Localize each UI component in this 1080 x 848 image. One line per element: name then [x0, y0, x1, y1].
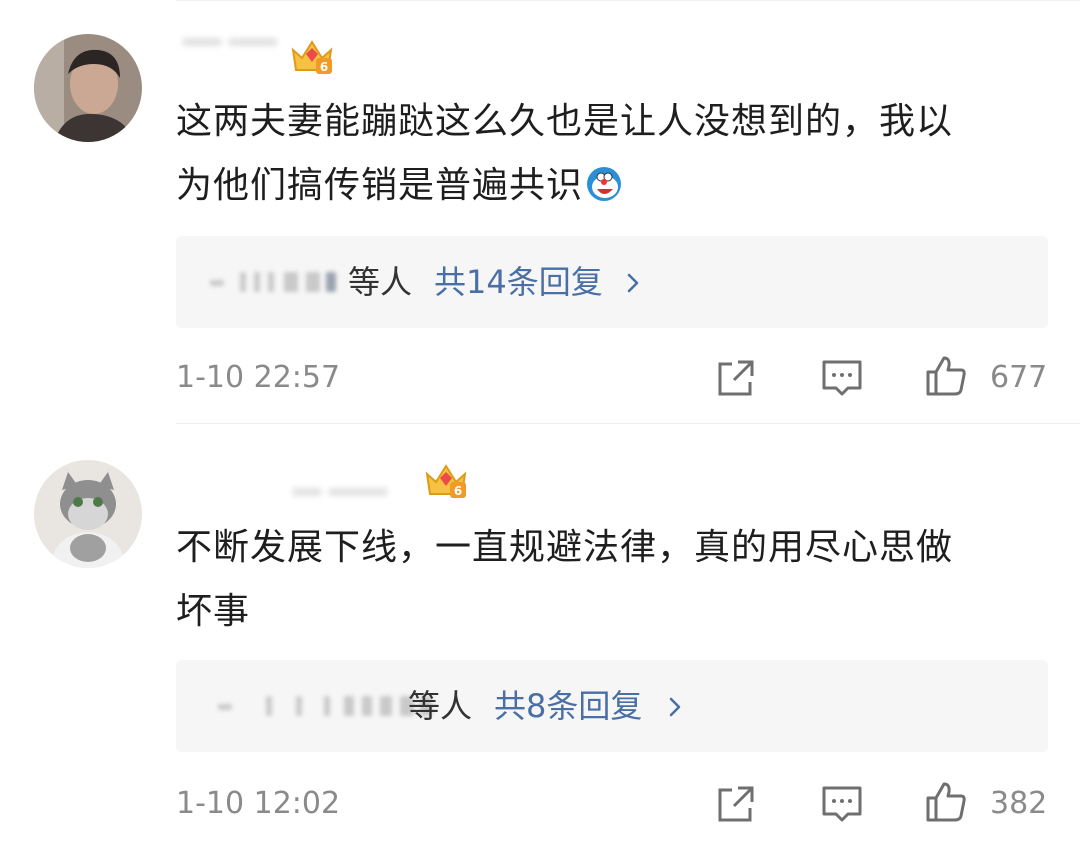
like-icon[interactable]	[924, 780, 968, 824]
share-icon[interactable]	[714, 782, 758, 826]
username-blurred[interactable]	[176, 26, 286, 56]
like-count: 677	[990, 360, 1048, 395]
comment-icon[interactable]	[820, 782, 864, 826]
reply-preview[interactable]: 等人 共8条回复	[176, 660, 1048, 752]
reply-count-link[interactable]: 共14条回复	[434, 262, 603, 302]
like-count: 382	[990, 786, 1048, 821]
comment-text: 这两夫妻能蹦跶这么久也是让人没想到的，我以 为他们搞传销是普遍共识	[176, 90, 1046, 218]
comment-text: 不断发展下线，一直规避法律，真的用尽心思做 坏事	[176, 516, 1046, 644]
crown-badge-icon: 6	[424, 460, 468, 500]
svg-text:6: 6	[320, 60, 328, 74]
username-blurred[interactable]	[292, 476, 402, 506]
reply-preview[interactable]: 等人 共14条回复	[176, 236, 1048, 328]
comment-text-line: 这两夫妻能蹦跶这么久也是让人没想到的，我以	[176, 101, 954, 142]
comment-text-line-2: 为他们搞传销是普遍共识	[176, 154, 1046, 218]
reply-suffix: 等人	[348, 263, 413, 301]
comment-icon[interactable]	[820, 356, 864, 400]
reply-count-link[interactable]: 共8条回复	[494, 686, 642, 726]
doraemon-emoji-icon	[585, 160, 623, 201]
reply-suffix: 等人	[408, 687, 473, 725]
comment-text-line-2: 坏事	[176, 591, 251, 632]
avatar[interactable]	[34, 34, 142, 142]
chevron-right-icon[interactable]	[664, 696, 686, 718]
comment-text-line: 不断发展下线，一直规避法律，真的用尽心思做	[176, 527, 954, 568]
reply-usernames-blurred	[210, 272, 340, 292]
comment-time: 1-10 12:02	[176, 786, 341, 821]
chevron-right-icon[interactable]	[622, 272, 644, 294]
crown-badge-icon: 6	[290, 36, 334, 76]
share-icon[interactable]	[714, 356, 758, 400]
comment-item: 6 不断发展下线，一直规避法律，真的用尽心思做 坏事 等人 共8条回复 1-10…	[0, 424, 1080, 848]
svg-text:6: 6	[454, 484, 462, 498]
comment-time: 1-10 22:57	[176, 360, 341, 395]
like-icon[interactable]	[924, 354, 968, 398]
comment-item: 6 这两夫妻能蹦跶这么久也是让人没想到的，我以 为他们搞传销是普遍共识 等人 共…	[0, 0, 1080, 424]
avatar[interactable]	[34, 460, 142, 568]
reply-usernames-blurred	[210, 696, 432, 716]
